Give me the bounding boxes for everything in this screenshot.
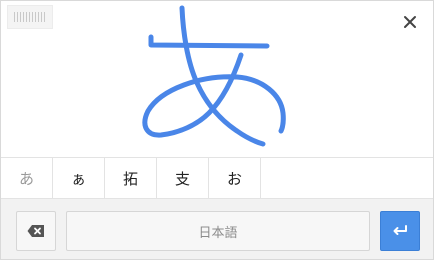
language-label: 日本語 xyxy=(198,225,238,241)
candidate-3[interactable]: 拓 xyxy=(105,158,157,198)
candidate-5[interactable]: お xyxy=(209,158,261,198)
enter-button[interactable] xyxy=(380,211,420,251)
handwriting-canvas[interactable] xyxy=(1,1,433,157)
backspace-icon xyxy=(27,225,44,237)
enter-icon xyxy=(393,225,407,235)
drag-handle-icon[interactable] xyxy=(7,5,53,29)
stroke-horizontal xyxy=(148,34,270,49)
handwritten-strokes xyxy=(142,5,286,147)
candidate-1[interactable]: あ xyxy=(1,158,53,198)
language-button[interactable]: 日本語 xyxy=(66,211,370,251)
candidate-4[interactable]: 支 xyxy=(157,158,209,198)
handwriting-input-panel: あ ぁ 拓 支 お 日本語 xyxy=(0,0,434,260)
candidate-bar: あ ぁ 拓 支 お xyxy=(1,157,433,199)
bottom-toolbar: 日本語 xyxy=(1,199,433,259)
backspace-button[interactable] xyxy=(16,211,56,251)
candidate-2[interactable]: ぁ xyxy=(53,158,105,198)
close-icon[interactable] xyxy=(401,13,419,31)
stroke-loop xyxy=(142,52,286,138)
